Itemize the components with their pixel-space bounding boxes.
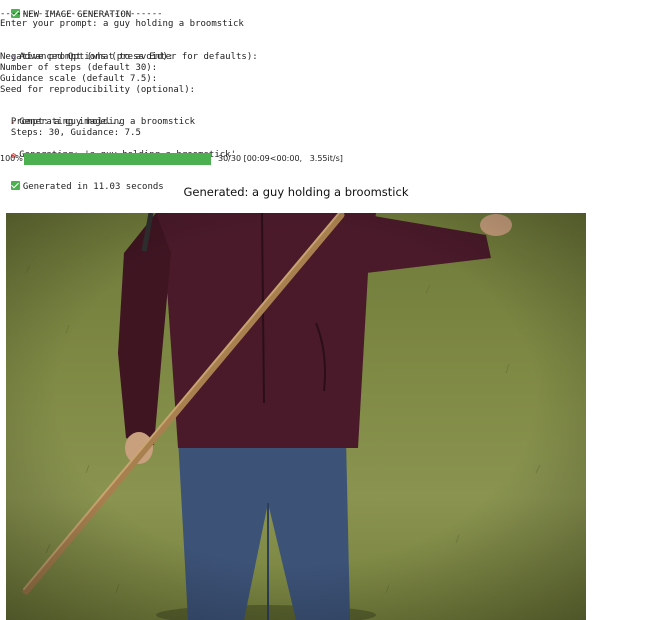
progress-stats: 30/30 [00:09<00:00, 3.55it/s]	[218, 154, 343, 163]
seed-prompt-line: Seed for reproducibility (optional):	[0, 85, 196, 95]
done-line: Generated in 11.03 seconds	[0, 170, 164, 192]
advanced-options-line: ✲ Advanced Options (press Enter for defau…	[0, 41, 258, 63]
header-line: NEW IMAGE GENERATION	[0, 0, 131, 20]
generated-image-illustration	[6, 213, 586, 620]
prompt-line: Enter your prompt: a guy holding a broom…	[0, 19, 244, 29]
progress-percent: 100%	[0, 154, 23, 163]
progress-bar-fill	[24, 153, 211, 165]
settings-echo-line: Steps: 30, Guidance: 7.5	[0, 128, 141, 138]
image-title: Generated: a guy holding a broomstick	[183, 185, 409, 199]
negative-prompt-line: Negative prompt (what to avoid):	[0, 52, 174, 62]
generated-image	[6, 213, 586, 620]
prompt-echo-line: Prompt: a guy holding a broomstick	[0, 117, 196, 127]
generating-quote-line: ✿Generating: 'a guy holding a broomstick…	[0, 139, 236, 161]
progress-bar	[24, 153, 211, 165]
generating-line: ➶ Generating image...	[0, 106, 122, 128]
steps-prompt-line: Number of steps (default 30):	[0, 63, 158, 73]
guidance-prompt-line: Guidance scale (default 7.5):	[0, 74, 158, 84]
